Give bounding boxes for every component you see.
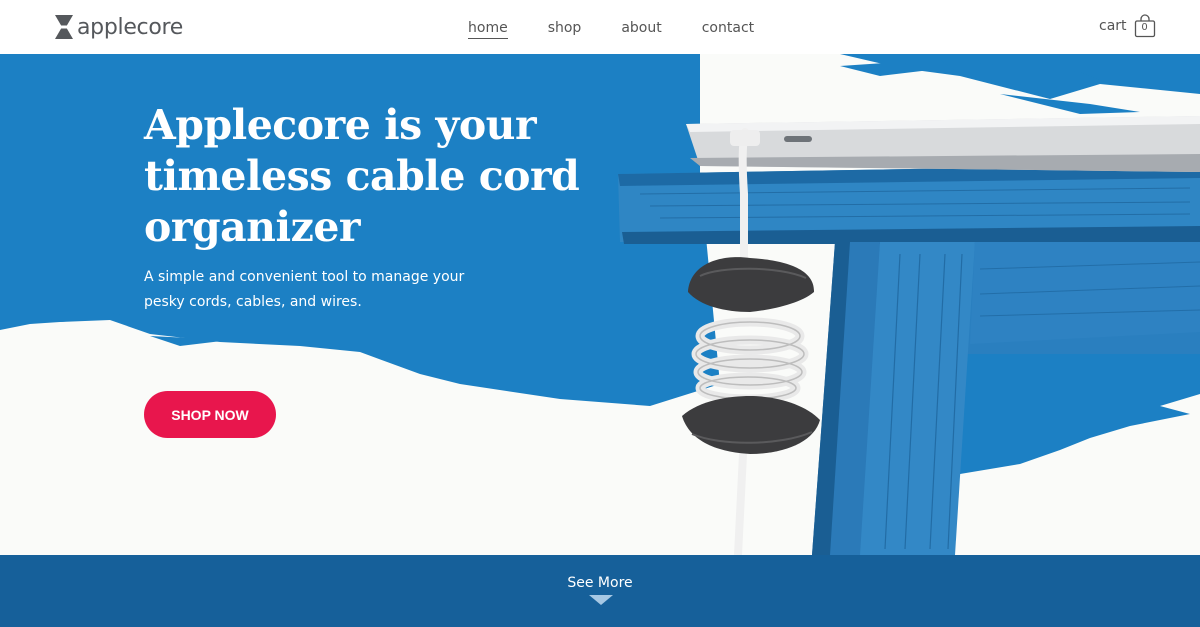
nav-contact[interactable]: contact (702, 20, 754, 39)
nav-about[interactable]: about (621, 20, 661, 39)
nav-home[interactable]: home (468, 20, 508, 39)
hero-subtext: A simple and convenient tool to manage y… (144, 269, 465, 310)
cart-count-badge: 0 (1141, 22, 1148, 33)
hero-section: Applecore is your timeless cable cord or… (0, 54, 1200, 555)
cart-label: cart (1099, 18, 1127, 34)
shop-now-button[interactable]: SHOP NOW (144, 391, 276, 438)
shopping-bag-icon: 0 (1134, 14, 1156, 38)
cart-link[interactable]: cart 0 (1099, 14, 1156, 38)
main-nav: home shop about contact (468, 20, 794, 39)
hourglass-logo-icon (55, 15, 73, 39)
see-more-bar[interactable]: See More (0, 555, 1200, 627)
chevron-down-icon[interactable] (589, 595, 613, 605)
brand-name: applecore (77, 14, 184, 40)
nav-shop[interactable]: shop (548, 20, 582, 39)
see-more-label: See More (567, 575, 633, 591)
site-header: applecore home shop about contact cart 0 (0, 0, 1200, 54)
hero-headline: Applecore is your timeless cable cord or… (144, 101, 580, 251)
brand-logo[interactable]: applecore (53, 11, 183, 43)
